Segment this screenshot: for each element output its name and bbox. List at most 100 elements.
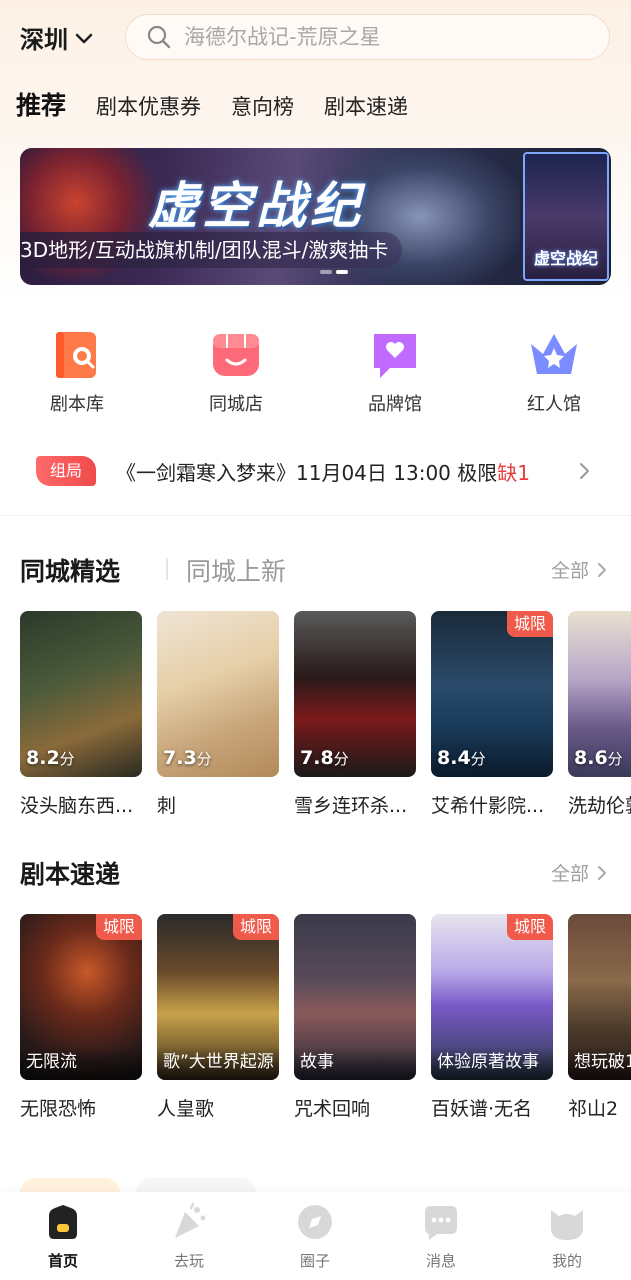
script-card[interactable]: 城限 体验原著故事 百妖谱·无名 [431, 914, 553, 1121]
profile-icon [551, 1210, 583, 1240]
banner-pagination [320, 270, 348, 274]
script-poster: 故事 [294, 914, 416, 1080]
local-picks-list: 8.2分 没头脑东西... 7.3分 刺 7.8分 雪乡连环杀... 城限 8.… [20, 611, 631, 821]
entry-brand-hall[interactable]: 品牌馆 [340, 328, 450, 416]
script-card[interactable]: 7.8分 雪乡连环杀... [294, 611, 416, 818]
tab-intent-ranking[interactable]: 意向榜 [231, 91, 294, 121]
score-value: 8.4 [437, 747, 471, 769]
view-all-label: 全部 [550, 560, 589, 582]
tab-coupons[interactable]: 剧本优惠券 [96, 91, 201, 121]
bottom-tabbar: 首页 去玩 圈子 消息 我的 [0, 1192, 631, 1280]
script-card[interactable]: 想玩破1 祁山2 [568, 914, 631, 1121]
entry-local-store[interactable]: 同城店 [181, 328, 291, 416]
promo-banner[interactable]: 虚空战纪 3D地形/互动战旗机制/团队混斗/激爽抽卡 虚空战纪 [20, 148, 611, 285]
script-name: 祁山2 [568, 1098, 619, 1120]
notice-text: 《一剑霜寒入梦来》11月04日 13:00 极限缺1 [116, 457, 530, 486]
local-picks-header: 同城精选 同城上新 全部 [20, 552, 611, 592]
score-value: 7.8 [300, 747, 334, 769]
script-poster: 城限 歌”大世界起源 [157, 914, 279, 1080]
banner-subtitle: 3D地形/互动战旗机制/团队混斗/激爽抽卡 [20, 232, 403, 268]
script-name: 百妖谱·无名 [431, 1098, 533, 1120]
notice-text-main: 《一剑霜寒入梦来》11月04日 13:00 极限 [116, 460, 498, 485]
tabbar-messages[interactable]: 消息 [396, 1202, 486, 1271]
script-card[interactable]: 城限 无限流 无限恐怖 [20, 914, 142, 1121]
pagination-dot [320, 270, 332, 274]
search-icon [147, 25, 171, 49]
home-icon [49, 1205, 77, 1239]
view-all-link[interactable]: 全部 [551, 859, 611, 886]
pagination-dot-active [336, 270, 348, 274]
city-selector[interactable]: 深圳 [20, 20, 94, 55]
section-subtitle[interactable]: 同城上新 [166, 552, 286, 588]
entry-label: 品牌馆 [368, 394, 422, 415]
score-unit: 分 [470, 750, 486, 768]
city-limited-badge: 城限 [507, 611, 553, 637]
script-poster: 城限 8.4分 [431, 611, 553, 777]
notice-short: 缺1 [497, 460, 530, 485]
tab-script-express[interactable]: 剧本速递 [324, 91, 408, 121]
score-value: 8.6 [574, 747, 608, 769]
tabbar-profile[interactable]: 我的 [522, 1202, 612, 1271]
search-input[interactable] [184, 25, 584, 49]
poster-caption: 故事 [294, 1047, 416, 1080]
tab-recommend[interactable]: 推荐 [16, 86, 66, 122]
poster-caption: 歌”大世界起源 [157, 1047, 279, 1080]
script-name: 洗劫伦敦 [568, 795, 631, 817]
script-poster: 7.3分 [157, 611, 279, 777]
tabbar-home[interactable]: 首页 [18, 1202, 108, 1271]
chevron-right-icon [598, 562, 606, 577]
script-card[interactable]: 城限 8.4分 艾希什影院... [431, 611, 553, 818]
script-poster: 8.2分 [20, 611, 142, 777]
poster-caption: 无限流 [20, 1047, 142, 1080]
script-card[interactable]: 城限 歌”大世界起源 人皇歌 [157, 914, 279, 1121]
top-header: 深圳 [0, 12, 631, 62]
script-name: 没头脑东西... [20, 795, 134, 817]
tabbar-circle[interactable]: 圈子 [270, 1202, 360, 1271]
script-card[interactable]: 8.2分 没头脑东西... [20, 611, 142, 818]
script-poster: 8.6分 [568, 611, 631, 777]
party-icon [175, 1202, 206, 1238]
script-express-header: 剧本速递 全部 [20, 855, 611, 895]
tabbar-label: 首页 [47, 1252, 78, 1270]
tabbar-label: 圈子 [299, 1252, 330, 1270]
score-label: 8.6分 [574, 747, 623, 769]
script-poster: 想玩破1 [568, 914, 631, 1080]
script-card[interactable]: 8.6分 洗劫伦敦 [568, 611, 631, 818]
group-notice[interactable]: 组局 《一剑霜寒入梦来》11月04日 13:00 极限缺1 [36, 453, 596, 489]
entry-label: 同城店 [209, 394, 263, 415]
message-icon [425, 1206, 457, 1240]
script-library-icon [56, 332, 96, 378]
script-poster: 7.8分 [294, 611, 416, 777]
script-express-list: 城限 无限流 无限恐怖 城限 歌”大世界起源 人皇歌 故事 咒术回响 城限 体验… [20, 914, 631, 1124]
top-tabs: 推荐 剧本优惠券 意向榜 剧本速递 [16, 86, 408, 122]
chevron-right-icon [598, 865, 606, 880]
entry-label: 剧本库 [50, 394, 104, 415]
script-name: 咒术回响 [294, 1098, 371, 1120]
divider [0, 515, 631, 516]
section-title[interactable]: 同城精选 [20, 552, 120, 588]
script-name: 无限恐怖 [20, 1098, 97, 1120]
tabbar-label: 去玩 [173, 1252, 204, 1270]
score-value: 7.3 [163, 747, 197, 769]
city-limited-badge: 城限 [507, 914, 553, 940]
tabbar-play[interactable]: 去玩 [144, 1202, 234, 1271]
tabbar-label: 我的 [551, 1252, 582, 1270]
entry-script-library[interactable]: 剧本库 [22, 328, 132, 416]
script-card[interactable]: 7.3分 刺 [157, 611, 279, 818]
score-unit: 分 [196, 750, 212, 768]
tabbar-label: 消息 [425, 1252, 456, 1270]
crown-icon [531, 334, 577, 374]
search-bar[interactable] [125, 14, 610, 60]
script-card[interactable]: 故事 咒术回响 [294, 914, 416, 1121]
compass-icon [298, 1205, 332, 1239]
banner-title: 虚空战纪 [148, 177, 364, 235]
view-all-link[interactable]: 全部 [551, 556, 611, 583]
score-unit: 分 [607, 750, 623, 768]
entry-label: 红人馆 [527, 394, 581, 415]
script-poster: 城限 无限流 [20, 914, 142, 1080]
entry-influencer-hall[interactable]: 红人馆 [499, 328, 609, 416]
script-poster: 城限 体验原著故事 [431, 914, 553, 1080]
score-unit: 分 [59, 750, 75, 768]
notice-badge: 组局 [36, 456, 96, 486]
section-title[interactable]: 剧本速递 [20, 855, 120, 891]
